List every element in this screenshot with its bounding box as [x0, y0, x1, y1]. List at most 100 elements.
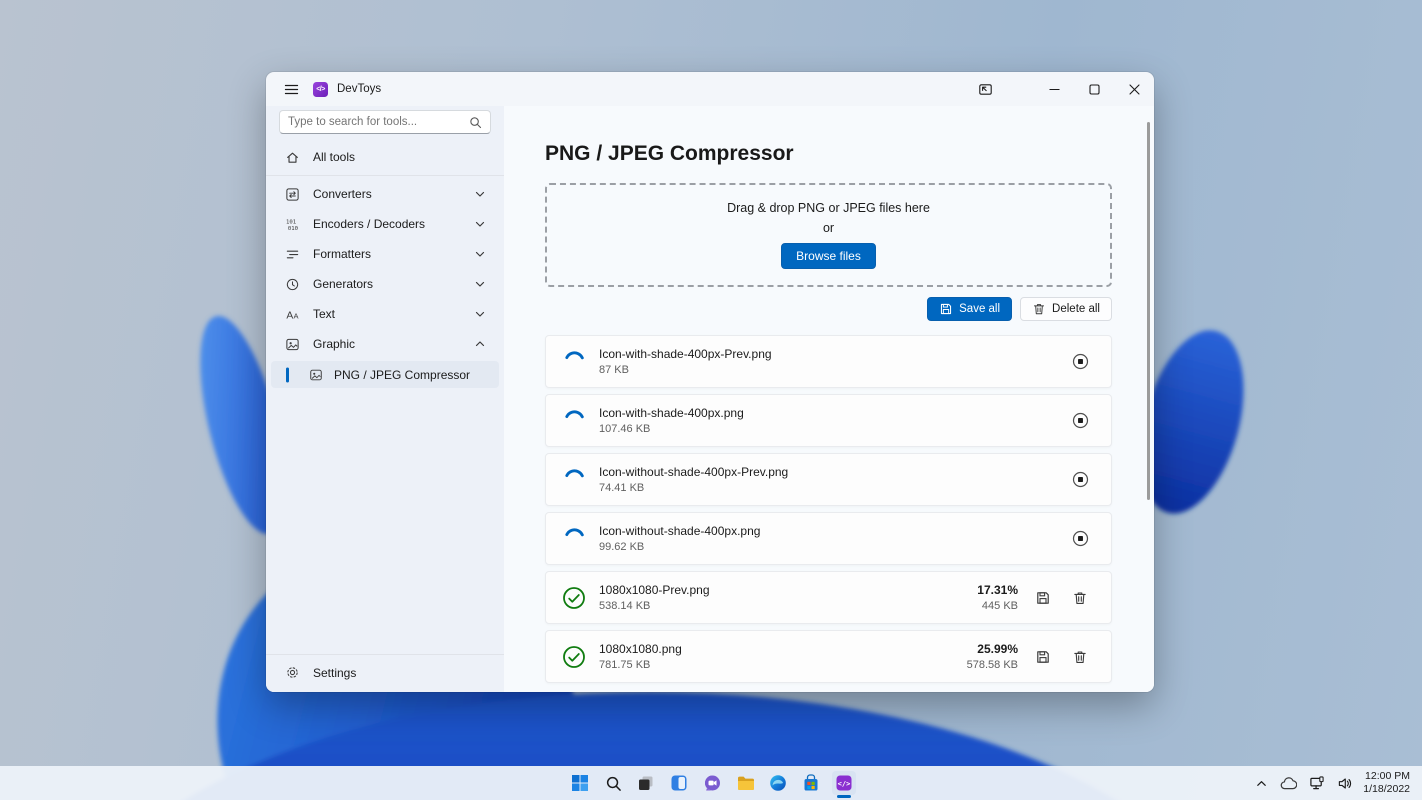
- system-tray: 12:00 PM 1/18/2022: [1253, 766, 1410, 800]
- widgets-button[interactable]: [667, 771, 691, 795]
- cancel-compression-button[interactable]: [1068, 468, 1092, 492]
- svg-text:101: 101: [285, 219, 295, 225]
- close-icon: [1129, 84, 1140, 95]
- chevron-down-icon: [474, 218, 486, 230]
- start-button[interactable]: [568, 771, 592, 795]
- trash-icon: [1032, 302, 1046, 316]
- delete-file-button[interactable]: [1068, 586, 1092, 610]
- hamburger-icon: [284, 82, 299, 97]
- sidebar-divider: [266, 175, 504, 176]
- tool-search-box[interactable]: [279, 110, 491, 134]
- file-name: 1080x1080.png: [599, 642, 682, 656]
- cancel-compression-button[interactable]: [1068, 527, 1092, 551]
- trash-icon: [1072, 649, 1088, 665]
- sidebar-item-settings[interactable]: Settings: [269, 658, 501, 687]
- desktop: </> DevToys: [0, 0, 1422, 800]
- sidebar-item-label: Text: [313, 307, 335, 321]
- svg-text:010: 010: [287, 226, 298, 232]
- save-all-button[interactable]: Save all: [927, 297, 1012, 321]
- compressed-size: 578.58 KB: [967, 659, 1018, 671]
- clock[interactable]: 12:00 PM 1/18/2022: [1363, 770, 1410, 796]
- onedrive-tray-button[interactable]: [1278, 775, 1299, 792]
- compact-overlay-button[interactable]: [968, 76, 1002, 102]
- chat-button[interactable]: [700, 771, 724, 795]
- save-icon: [1035, 649, 1051, 665]
- sidebar-item-formatters[interactable]: Formatters: [269, 239, 501, 269]
- chevron-down-icon: [474, 248, 486, 260]
- delete-all-label: Delete all: [1052, 303, 1100, 315]
- search-input[interactable]: [288, 116, 469, 128]
- network-tray-button[interactable]: [1307, 774, 1327, 793]
- file-dropzone[interactable]: Drag & drop PNG or JPEG files here or Br…: [545, 183, 1112, 287]
- progress-spinner-icon: [562, 409, 586, 433]
- window-title: DevToys: [337, 83, 381, 95]
- sidebar-divider: [266, 654, 504, 655]
- sidebar-item-label: Settings: [313, 666, 356, 680]
- save-icon: [1035, 590, 1051, 606]
- file-size: 87 KB: [599, 364, 772, 376]
- maximize-icon: [1089, 84, 1100, 95]
- sidebar-item-text[interactable]: AA Text: [269, 299, 501, 329]
- svg-text:A: A: [286, 310, 293, 321]
- list-actions: Save all Delete all: [545, 297, 1112, 321]
- hamburger-menu-button[interactable]: [278, 76, 304, 102]
- home-icon: [284, 149, 300, 165]
- file-row: Icon-with-shade-400px-Prev.png 87 KB: [545, 335, 1112, 388]
- sidebar-item-generators[interactable]: Generators: [269, 269, 501, 299]
- edge-browser-button[interactable]: [766, 771, 790, 795]
- sidebar-item-all-tools[interactable]: All tools: [269, 143, 501, 171]
- file-name: Icon-with-shade-400px-Prev.png: [599, 347, 772, 361]
- compressed-size: 445 KB: [977, 600, 1018, 612]
- progress-spinner-icon: [562, 468, 586, 492]
- generators-icon: [284, 276, 300, 292]
- file-row: Icon-without-shade-400px.png 99.62 KB: [545, 512, 1112, 565]
- taskbar-devtoys-button[interactable]: </>: [832, 771, 856, 795]
- save-file-button[interactable]: [1031, 645, 1055, 669]
- file-row: 1080x1080.png 781.75 KB 25.99% 578.58 KB: [545, 630, 1112, 683]
- stop-icon: [1072, 412, 1089, 429]
- sidebar-item-label: Generators: [313, 277, 373, 291]
- sidebar-item-graphic[interactable]: Graphic: [269, 329, 501, 359]
- task-view-button[interactable]: [634, 771, 658, 795]
- minimize-button[interactable]: [1034, 72, 1074, 106]
- delete-file-button[interactable]: [1068, 645, 1092, 669]
- microsoft-store-button[interactable]: [799, 771, 823, 795]
- page-title: PNG / JPEG Compressor: [545, 142, 1112, 166]
- formatters-icon: [284, 246, 300, 262]
- devtoys-icon: </>: [835, 774, 853, 792]
- close-button[interactable]: [1114, 72, 1154, 106]
- onedrive-cloud-icon: [1280, 777, 1297, 790]
- browse-files-button[interactable]: Browse files: [781, 243, 876, 269]
- graphic-tools-icon: [284, 336, 300, 352]
- hidden-icons-button[interactable]: [1253, 775, 1270, 792]
- stop-icon: [1072, 353, 1089, 370]
- vertical-scrollbar[interactable]: [1147, 122, 1150, 500]
- cancel-compression-button[interactable]: [1068, 350, 1092, 374]
- sidebar-item-encoders-decoders[interactable]: 101010 Encoders / Decoders: [269, 209, 501, 239]
- sidebar-item-label: Formatters: [313, 247, 371, 261]
- cancel-compression-button[interactable]: [1068, 409, 1092, 433]
- sidebar-item-converters[interactable]: Converters: [269, 179, 501, 209]
- tray-date: 1/18/2022: [1363, 783, 1410, 796]
- sidebar-item-label: Encoders / Decoders: [313, 217, 425, 231]
- file-name: 1080x1080-Prev.png: [599, 583, 710, 597]
- sidebar-item-png-jpeg-compressor[interactable]: PNG / JPEG Compressor: [271, 361, 499, 388]
- taskbar-search-button[interactable]: [601, 771, 625, 795]
- file-row: Icon-with-shade-400px.png 107.46 KB: [545, 394, 1112, 447]
- delete-all-button[interactable]: Delete all: [1020, 297, 1112, 321]
- save-file-button[interactable]: [1031, 586, 1055, 610]
- progress-spinner-icon: [562, 527, 586, 551]
- file-explorer-button[interactable]: [733, 771, 757, 795]
- tray-time: 12:00 PM: [1363, 770, 1410, 783]
- file-size: 538.14 KB: [599, 600, 710, 612]
- compact-overlay-icon: [978, 82, 993, 97]
- ethernet-icon: [1309, 776, 1325, 791]
- file-name: Icon-without-shade-400px.png: [599, 524, 760, 538]
- search-icon: [469, 116, 482, 129]
- sidebar-item-label: PNG / JPEG Compressor: [334, 368, 470, 382]
- trash-icon: [1072, 590, 1088, 606]
- file-name: Icon-without-shade-400px-Prev.png: [599, 465, 788, 479]
- volume-tray-button[interactable]: [1335, 774, 1355, 793]
- chat-icon: [703, 774, 721, 792]
- maximize-button[interactable]: [1074, 72, 1114, 106]
